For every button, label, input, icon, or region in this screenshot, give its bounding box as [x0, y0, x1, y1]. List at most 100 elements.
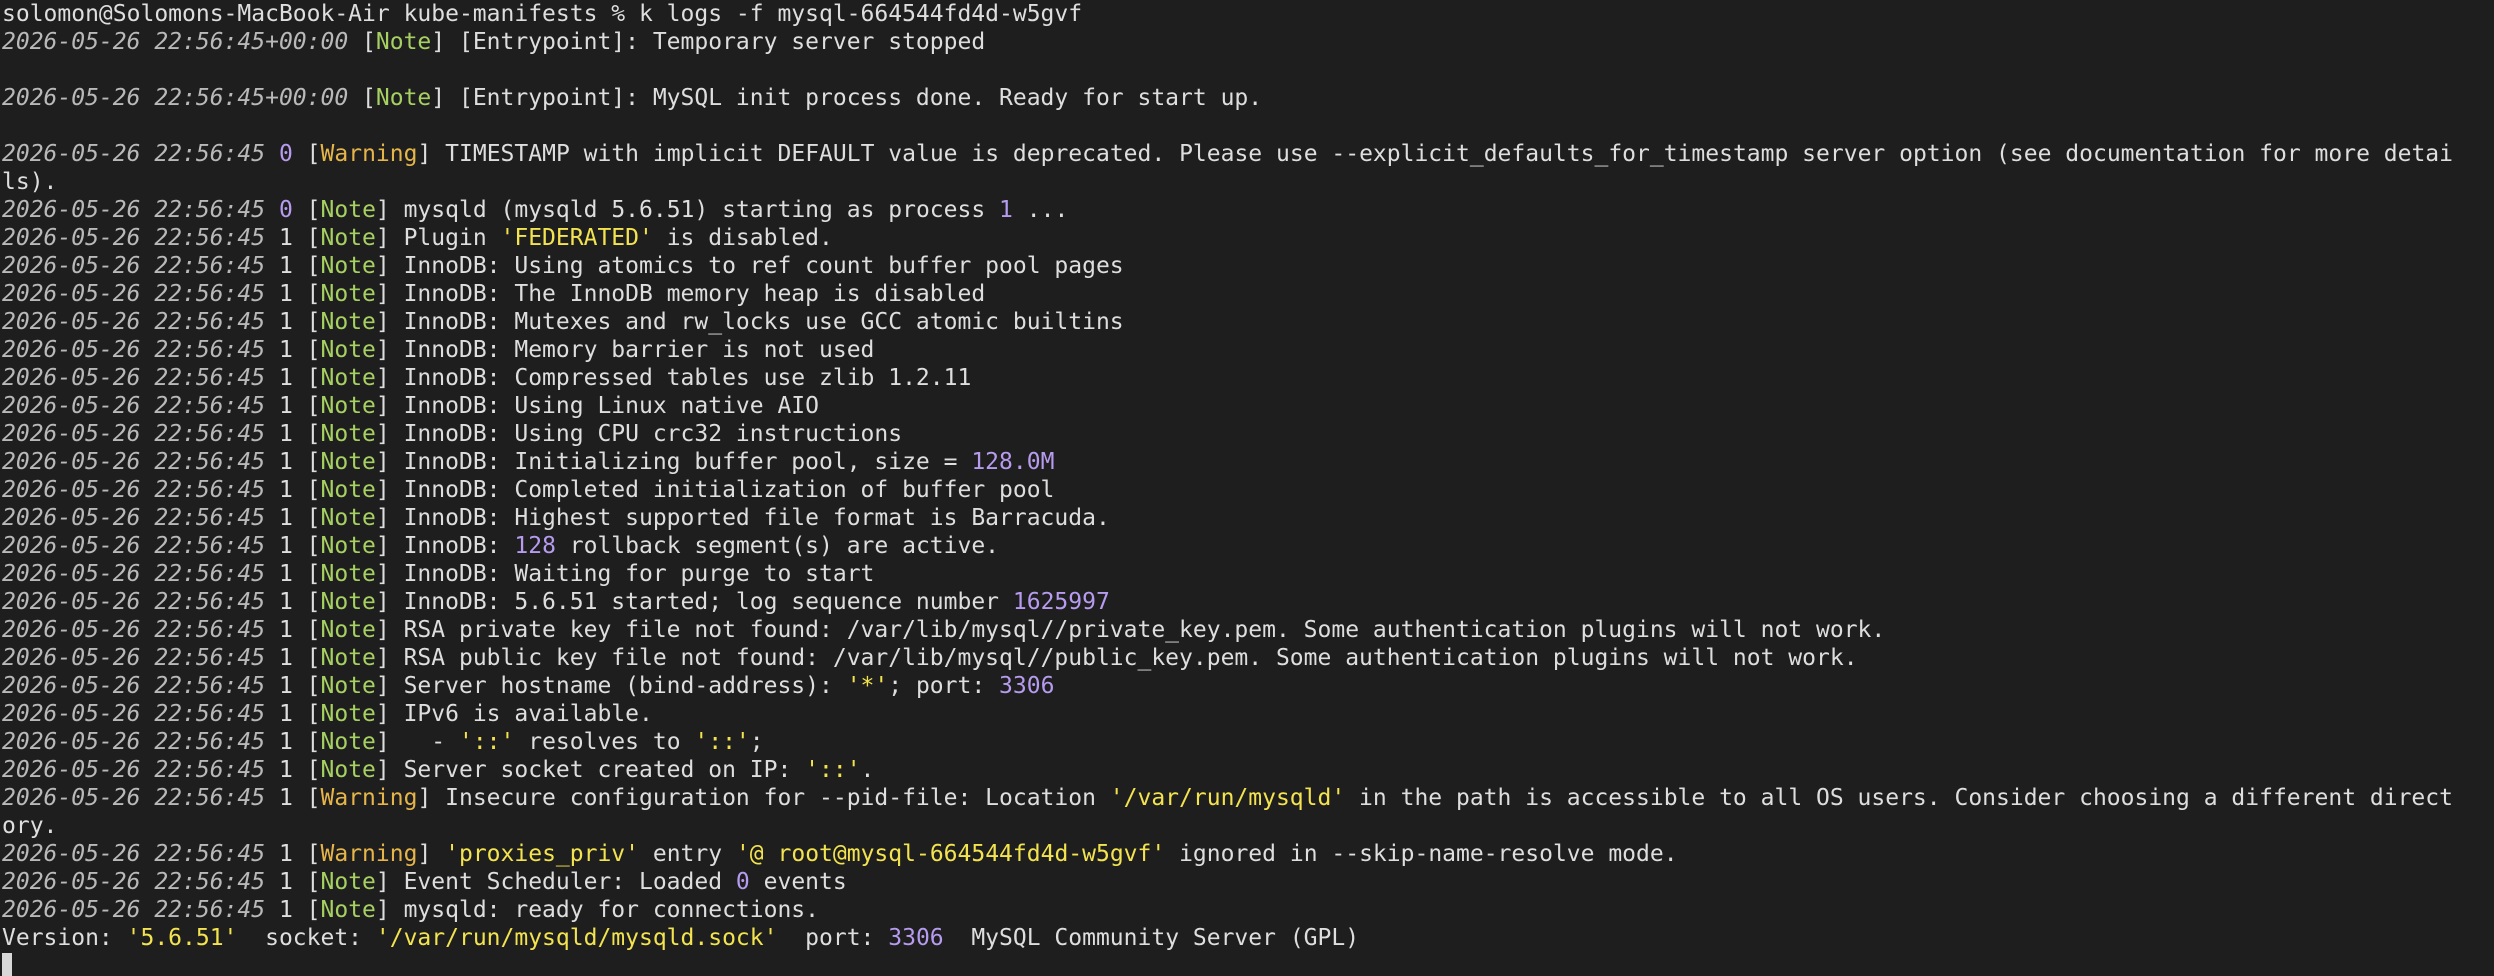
log-timestamp: 2026-05-26 22:56:45 [2, 281, 266, 307]
log-text: 1 [ [265, 589, 321, 615]
log-text: ] mysqld (mysqld 5.6.51) starting as pro… [375, 197, 1000, 223]
log-timestamp: 2026-05-26 22:56:45 [2, 701, 266, 727]
log-text: 1 [ [265, 449, 321, 475]
log-text: MySQL Community Server (GPL) [943, 925, 1360, 951]
log-line: 2026-05-26 22:56:45 1 [Note] InnoDB: Mut… [2, 308, 2494, 336]
log-text: ] InnoDB: [375, 533, 515, 559]
log-timestamp: 2026-05-26 22:56:45 [2, 505, 266, 531]
log-line: 2026-05-26 22:56:45 0 [Warning] TIMESTAM… [2, 140, 2494, 168]
log-text: socket: [237, 925, 376, 951]
command-line: solomon@Solomons-MacBook-Air kube-manife… [2, 0, 2494, 28]
log-text: 1 [ [265, 561, 321, 587]
log-text: 1 [ [265, 477, 321, 503]
terminal-window[interactable]: solomon@Solomons-MacBook-Air kube-manife… [0, 0, 2494, 976]
log-level-note: Note [320, 281, 376, 307]
log-level-note: Note [320, 897, 376, 923]
log-text: entry [639, 841, 736, 867]
log-text: ] [Entrypoint]: MySQL init process done.… [431, 85, 1263, 111]
log-text: ] InnoDB: Using atomics to ref count buf… [375, 253, 1124, 279]
log-timestamp: 2026-05-26 22:56:45 [2, 561, 266, 587]
log-text: resolves to [514, 729, 695, 755]
log-timestamp: 2026-05-26 22:56:45 [2, 477, 266, 503]
log-timestamp: 2026-05-26 22:56:45 [2, 337, 266, 363]
log-line: ory. [2, 812, 2494, 840]
log-text: port: [777, 925, 889, 951]
number-token: 0 [278, 197, 293, 223]
log-text: ] InnoDB: Memory barrier is not used [375, 337, 875, 363]
number-token: 128 [514, 533, 556, 559]
log-text: 1 [ [265, 225, 321, 251]
text-cursor [2, 953, 12, 976]
log-text: ] Event Scheduler: Loaded [375, 869, 736, 895]
log-text: 1 [ [265, 645, 321, 671]
log-text: 1 [ [265, 785, 321, 811]
log-level-note: Note [320, 533, 376, 559]
log-timestamp: 2026-05-26 22:56:45 [2, 841, 266, 867]
log-text: ] InnoDB: Compressed tables use zlib 1.2… [375, 365, 972, 391]
string-token: 'FEDERATED' [500, 225, 653, 251]
prompt-line[interactable] [2, 952, 2494, 976]
log-text: ] TIMESTAMP with implicit DEFAULT value … [417, 141, 2454, 167]
log-timestamp: 2026-05-26 22:56:45 [2, 673, 266, 699]
log-level-note: Note [320, 365, 376, 391]
log-level-note: Note [320, 477, 376, 503]
log-timestamp: 2026-05-26 22:56:45 [2, 365, 266, 391]
log-level-note: Note [320, 645, 376, 671]
string-token: 'proxies_priv' [445, 841, 640, 867]
log-level-note: Note [320, 617, 376, 643]
log-text: 1 [ [265, 533, 321, 559]
log-text: ] InnoDB: Using CPU crc32 instructions [375, 421, 903, 447]
log-line: 2026-05-26 22:56:45 1 [Note] Server host… [2, 672, 2494, 700]
log-level-note: Note [320, 561, 376, 587]
log-text: [ [292, 141, 321, 167]
log-line: 2026-05-26 22:56:45 1 [Note] RSA private… [2, 616, 2494, 644]
log-timestamp: 2026-05-26 22:56:45 [2, 757, 266, 783]
log-text: in the path is accessible to all OS user… [1345, 785, 2453, 811]
log-text: ] RSA private key file not found: /var/l… [375, 617, 1886, 643]
log-line: 2026-05-26 22:56:45+00:00 [Note] [Entryp… [2, 28, 2494, 56]
log-text: 1 [ [265, 337, 321, 363]
log-timestamp: 2026-05-26 22:56:45+00:00 [2, 85, 349, 111]
log-level-note: Note [320, 253, 376, 279]
log-line: 2026-05-26 22:56:45 1 [Note] InnoDB: Usi… [2, 420, 2494, 448]
log-line: 2026-05-26 22:56:45 1 [Note] InnoDB: Wai… [2, 560, 2494, 588]
string-token: '::' [458, 729, 515, 755]
log-line: 2026-05-26 22:56:45 1 [Note] InnoDB: Ini… [2, 448, 2494, 476]
log-timestamp: 2026-05-26 22:56:45 [2, 197, 266, 223]
log-line: 2026-05-26 22:56:45 1 [Note] InnoDB: Hig… [2, 504, 2494, 532]
log-text: . [860, 757, 875, 783]
log-text: ] InnoDB: 5.6.51 started; log sequence n… [375, 589, 1013, 615]
log-level-note: Note [320, 225, 376, 251]
log-text: 1 [ [265, 281, 321, 307]
number-token: 3306 [999, 673, 1055, 699]
log-line: 2026-05-26 22:56:45 0 [Note] mysqld (mys… [2, 196, 2494, 224]
log-text: Version: [2, 925, 127, 951]
log-text: 1 [ [265, 729, 321, 755]
log-timestamp: 2026-05-26 22:56:45 [2, 309, 266, 335]
log-timestamp: 2026-05-26 22:56:45 [2, 225, 266, 251]
log-level-note: Note [320, 309, 376, 335]
log-text: events [749, 869, 847, 895]
log-text: [ [348, 85, 376, 111]
log-text: ] InnoDB: Waiting for purge to start [375, 561, 875, 587]
log-text: 1 [ [265, 673, 321, 699]
log-timestamp: 2026-05-26 22:56:45 [2, 449, 266, 475]
log-line: 2026-05-26 22:56:45 1 [Note] InnoDB: Usi… [2, 252, 2494, 280]
log-text: 1 [ [265, 701, 321, 727]
number-token: 3306 [888, 925, 944, 951]
log-level-note: Note [320, 757, 376, 783]
number-token: 0 [278, 141, 293, 167]
log-timestamp: 2026-05-26 22:56:45 [2, 645, 266, 671]
log-line: Version: '5.6.51' socket: '/var/run/mysq… [2, 924, 2494, 952]
log-line: 2026-05-26 22:56:45 1 [Note] RSA public … [2, 644, 2494, 672]
log-text: ] [Entrypoint]: Temporary server stopped [431, 29, 986, 55]
log-line: 2026-05-26 22:56:45 1 [Warning] 'proxies… [2, 840, 2494, 868]
log-line: 2026-05-26 22:56:45 1 [Note] InnoDB: Com… [2, 476, 2494, 504]
log-line: 2026-05-26 22:56:45 1 [Note] InnoDB: The… [2, 280, 2494, 308]
log-text: ] InnoDB: Initializing buffer pool, size… [375, 449, 972, 475]
string-token: '::' [694, 729, 750, 755]
log-level-note: Note [320, 197, 376, 223]
log-level-note: Note [320, 505, 376, 531]
